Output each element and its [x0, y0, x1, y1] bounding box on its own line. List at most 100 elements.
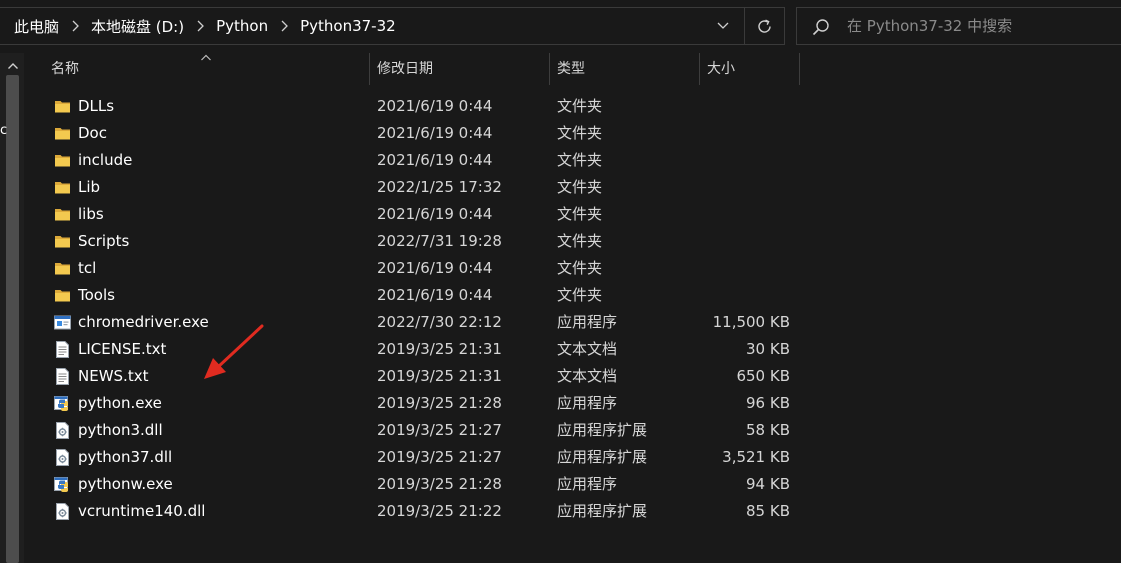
column-header-type[interactable]: 类型 [557, 53, 585, 85]
column-divider[interactable] [799, 53, 800, 85]
file-modified-date: 2022/7/31 19:28 [377, 232, 502, 250]
file-name: vcruntime140.dll [78, 502, 206, 520]
file-name: LICENSE.txt [78, 340, 167, 358]
search-placeholder: 在 Python37-32 中搜索 [847, 17, 1013, 35]
table-row[interactable]: pythonw.exe 2019/3/25 21:28 应用程序 94 KB [50, 471, 810, 498]
python-icon [54, 395, 71, 412]
file-list: 名称 修改日期 类型 大小 DLLs 2021/6/19 0:44 文件夹 Doc 20… [24, 53, 1121, 563]
table-row[interactable]: DLLs 2021/6/19 0:44 文件夹 [50, 93, 810, 120]
breadcrumb: 此电脑 本地磁盘 (D:) Python Python37-32 [11, 8, 399, 44]
file-modified-date: 2021/6/19 0:44 [377, 151, 493, 169]
file-modified-date: 2019/3/25 21:28 [377, 394, 502, 412]
table-row[interactable]: Tools 2021/6/19 0:44 文件夹 [50, 282, 810, 309]
text-file-icon [54, 368, 71, 385]
file-modified-date: 2019/3/25 21:27 [377, 448, 502, 466]
file-name: tcl [78, 259, 97, 277]
breadcrumb-item-drive-d[interactable]: 本地磁盘 (D:) [88, 16, 187, 37]
chevron-right-icon[interactable] [271, 8, 297, 44]
column-divider[interactable] [699, 53, 700, 85]
breadcrumb-item-python[interactable]: Python [213, 17, 271, 35]
file-size: 94 KB [746, 475, 790, 493]
breadcrumb-item-this-pc[interactable]: 此电脑 [11, 16, 62, 37]
file-name: Doc [78, 124, 107, 142]
file-name: Lib [78, 178, 101, 196]
file-name: python37.dll [78, 448, 173, 466]
scroll-up-icon[interactable] [7, 61, 19, 71]
file-name: DLLs [78, 97, 115, 115]
column-header-name[interactable]: 名称 [51, 53, 79, 85]
breadcrumb-item-python37-32[interactable]: Python37-32 [297, 17, 399, 35]
table-row[interactable]: include 2021/6/19 0:44 文件夹 [50, 147, 810, 174]
table-row[interactable]: python3.dll 2019/3/25 21:27 应用程序扩展 58 KB [50, 417, 810, 444]
file-type: 文件夹 [557, 286, 603, 304]
file-modified-date: 2021/6/19 0:44 [377, 124, 493, 142]
file-type: 应用程序 [557, 394, 618, 412]
table-row[interactable]: NEWS.txt 2019/3/25 21:31 文本文档 650 KB [50, 363, 810, 390]
file-size [690, 201, 790, 228]
file-modified-date: 2021/6/19 0:44 [377, 259, 493, 277]
search-icon [812, 19, 829, 36]
table-row[interactable]: Lib 2022/1/25 17:32 文件夹 [50, 174, 810, 201]
folder-icon [54, 179, 71, 196]
file-type: 应用程序 [557, 475, 618, 493]
file-size [690, 93, 790, 120]
navigation-pane[interactable]: c [0, 53, 24, 563]
file-name: python3.dll [78, 421, 163, 439]
table-row[interactable]: chromedriver.exe 2022/7/30 22:12 应用程序 11,50… [50, 309, 810, 336]
column-divider[interactable] [369, 53, 370, 85]
table-row[interactable]: Doc 2021/6/19 0:44 文件夹 [50, 120, 810, 147]
dll-icon [54, 503, 71, 520]
file-name: pythonw.exe [78, 475, 173, 493]
file-size [690, 282, 790, 309]
table-row[interactable]: LICENSE.txt 2019/3/25 21:31 文本文档 30 KB [50, 336, 810, 363]
file-size: 30 KB [746, 340, 790, 358]
file-modified-date: 2019/3/25 21:31 [377, 340, 502, 358]
chevron-right-icon[interactable] [62, 8, 88, 44]
python-icon [54, 476, 71, 493]
file-size [690, 147, 790, 174]
folder-icon [54, 98, 71, 115]
file-size: 11,500 KB [712, 313, 790, 331]
chevron-right-icon[interactable] [187, 8, 213, 44]
exe-icon [54, 314, 71, 331]
table-row[interactable]: tcl 2021/6/19 0:44 文件夹 [50, 255, 810, 282]
file-modified-date: 2019/3/25 21:27 [377, 421, 502, 439]
table-row[interactable]: python37.dll 2019/3/25 21:27 应用程序扩展 3,521 K… [50, 444, 810, 471]
file-type: 文本文档 [557, 367, 618, 385]
column-header-date[interactable]: 修改日期 [377, 53, 433, 85]
table-row[interactable]: libs 2021/6/19 0:44 文件夹 [50, 201, 810, 228]
file-size [690, 255, 790, 282]
navigation-pane-scrollbar[interactable] [6, 75, 19, 563]
navigation-pane-item-label[interactable]: c [0, 123, 7, 138]
address-bar[interactable]: 此电脑 本地磁盘 (D:) Python Python37-32 [0, 7, 785, 45]
file-size: 85 KB [746, 502, 790, 520]
file-name: Tools [78, 286, 115, 304]
file-type: 文件夹 [557, 97, 603, 115]
file-type: 文件夹 [557, 124, 603, 142]
file-type: 应用程序 [557, 313, 618, 331]
column-header-size[interactable]: 大小 [707, 53, 735, 85]
chevron-down-icon[interactable] [705, 9, 741, 43]
table-row[interactable]: vcruntime140.dll 2019/3/25 21:22 应用程序扩展 85 … [50, 498, 810, 525]
text-file-icon [54, 341, 71, 358]
folder-icon [54, 233, 71, 250]
folder-icon [54, 287, 71, 304]
address-bar-row: 此电脑 本地磁盘 (D:) Python Python37-32 在 Pytho… [0, 0, 1121, 53]
file-type: 文件夹 [557, 205, 603, 223]
refresh-icon[interactable] [744, 8, 784, 44]
column-divider[interactable] [549, 53, 550, 85]
file-name: NEWS.txt [78, 367, 149, 385]
file-modified-date: 2022/1/25 17:32 [377, 178, 502, 196]
search-input[interactable]: 在 Python37-32 中搜索 [796, 7, 1121, 45]
file-type: 文件夹 [557, 232, 603, 250]
table-row[interactable]: Scripts 2022/7/31 19:28 文件夹 [50, 228, 810, 255]
file-modified-date: 2021/6/19 0:44 [377, 205, 493, 223]
file-type: 应用程序扩展 [557, 421, 648, 439]
file-name: include [78, 151, 133, 169]
file-modified-date: 2021/6/19 0:44 [377, 97, 493, 115]
folder-icon [54, 206, 71, 223]
file-size: 96 KB [746, 394, 790, 412]
file-size [690, 174, 790, 201]
table-row[interactable]: python.exe 2019/3/25 21:28 应用程序 96 KB [50, 390, 810, 417]
file-size [690, 228, 790, 255]
